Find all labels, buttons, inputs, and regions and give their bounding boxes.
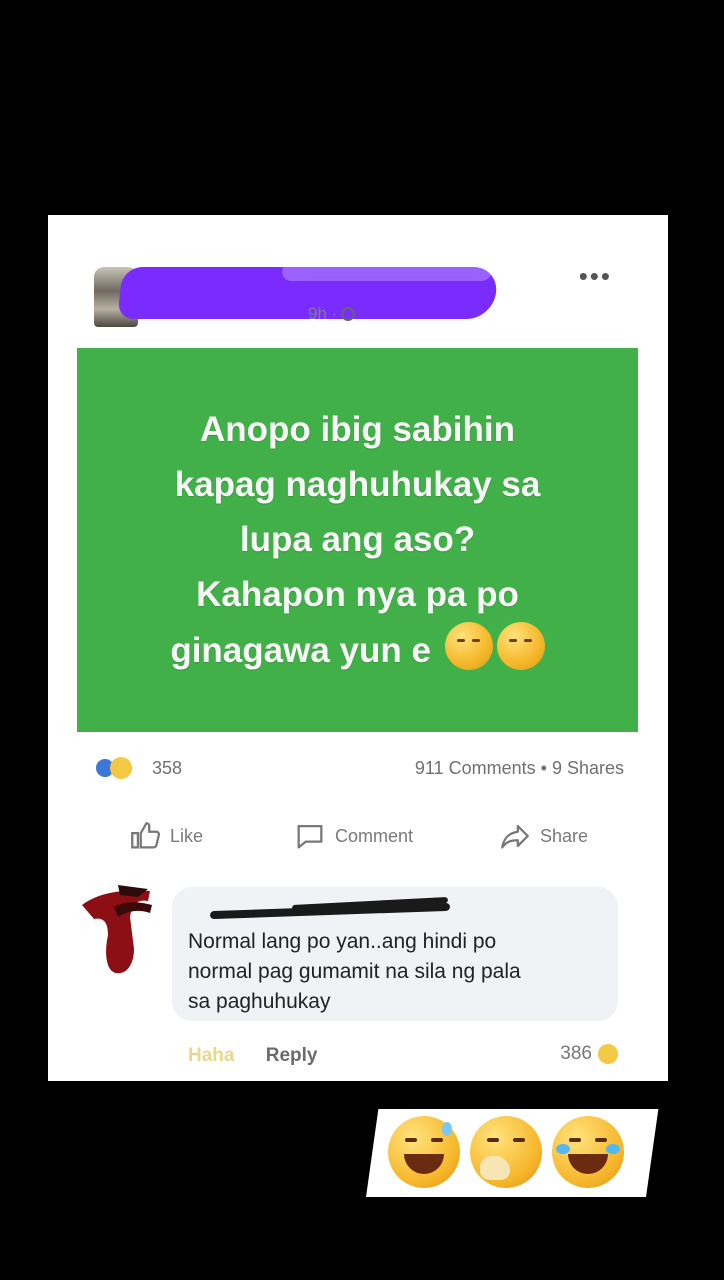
post-text-line: ginagawa yun e <box>170 631 431 670</box>
post-time-text: 9h · <box>308 304 338 323</box>
post-actions: Like Comment Share <box>128 819 608 857</box>
post-text: Anopo ibig sabihin kapag naghuhukay sa l… <box>98 402 618 678</box>
post-text-line: Anopo ibig sabihin <box>200 410 515 449</box>
tears-of-joy-emoji-icon <box>552 1116 624 1188</box>
comment-reply-button[interactable]: Reply <box>266 1045 318 1066</box>
haha-reaction-icon <box>110 757 132 780</box>
post-timestamp: 9h · <box>308 304 356 324</box>
grinning-sweat-emoji-icon <box>388 1116 460 1188</box>
globe-icon <box>341 307 356 321</box>
post-text-line: lupa ang aso? <box>239 520 476 559</box>
comment-reaction-count[interactable]: 386 <box>560 1043 618 1065</box>
commenter-avatar[interactable] <box>78 883 164 983</box>
more-options-icon[interactable]: ••• <box>579 263 612 289</box>
post-content-image[interactable]: Anopo ibig sabihin kapag naghuhukay sa l… <box>77 348 638 732</box>
post-text-line: Kahapon nya pa po <box>196 575 519 614</box>
share-label: Share <box>540 825 589 846</box>
comment-text-line: sa paghuhukay <box>188 990 331 1013</box>
like-label: Like <box>170 825 204 846</box>
comment-label: Comment <box>335 825 414 846</box>
post-text-line: kapag naghuhukay sa <box>174 465 541 504</box>
comment-actions: Haha Reply <box>188 1045 318 1067</box>
comment-bubble-icon <box>297 824 323 849</box>
post-stats: 358 911 Comments • 9 Shares <box>94 755 624 783</box>
share-arrow-icon <box>501 824 529 849</box>
post-text-line-last: ginagawa yun e <box>98 622 618 678</box>
comment-haha-button[interactable]: Haha <box>188 1045 234 1066</box>
reaction-count[interactable]: 358 <box>152 758 182 779</box>
smirk-emoji-icon <box>444 622 493 670</box>
emoji-sticker-row <box>388 1116 638 1192</box>
like-button[interactable]: Like <box>128 819 203 853</box>
haha-reaction-icon <box>598 1043 618 1064</box>
comments-shares-count[interactable]: 911 Comments • 9 Shares <box>415 758 624 779</box>
face-with-hand-over-mouth-emoji-icon <box>470 1116 542 1188</box>
top-comment: Normal lang po yan..ang hindi po normal … <box>78 879 638 1069</box>
thumbs-up-icon <box>131 822 161 849</box>
post-header: 9h · ••• <box>48 215 668 335</box>
unamused-emoji-icon <box>496 622 545 670</box>
facebook-post-card: 9h · ••• Anopo ibig sabihin kapag naghuh… <box>48 215 668 1081</box>
reaction-icons[interactable] <box>94 757 132 780</box>
comment-reaction-number: 386 <box>560 1043 592 1064</box>
comment-text-line: Normal lang po yan..ang hindi po <box>188 930 497 953</box>
share-button[interactable]: Share <box>498 819 588 853</box>
comment-text: Normal lang po yan..ang hindi po normal … <box>188 927 608 1017</box>
comment-button[interactable]: Comment <box>293 819 413 853</box>
comment-text-line: normal pag gumamit na sila ng pala <box>188 960 521 983</box>
